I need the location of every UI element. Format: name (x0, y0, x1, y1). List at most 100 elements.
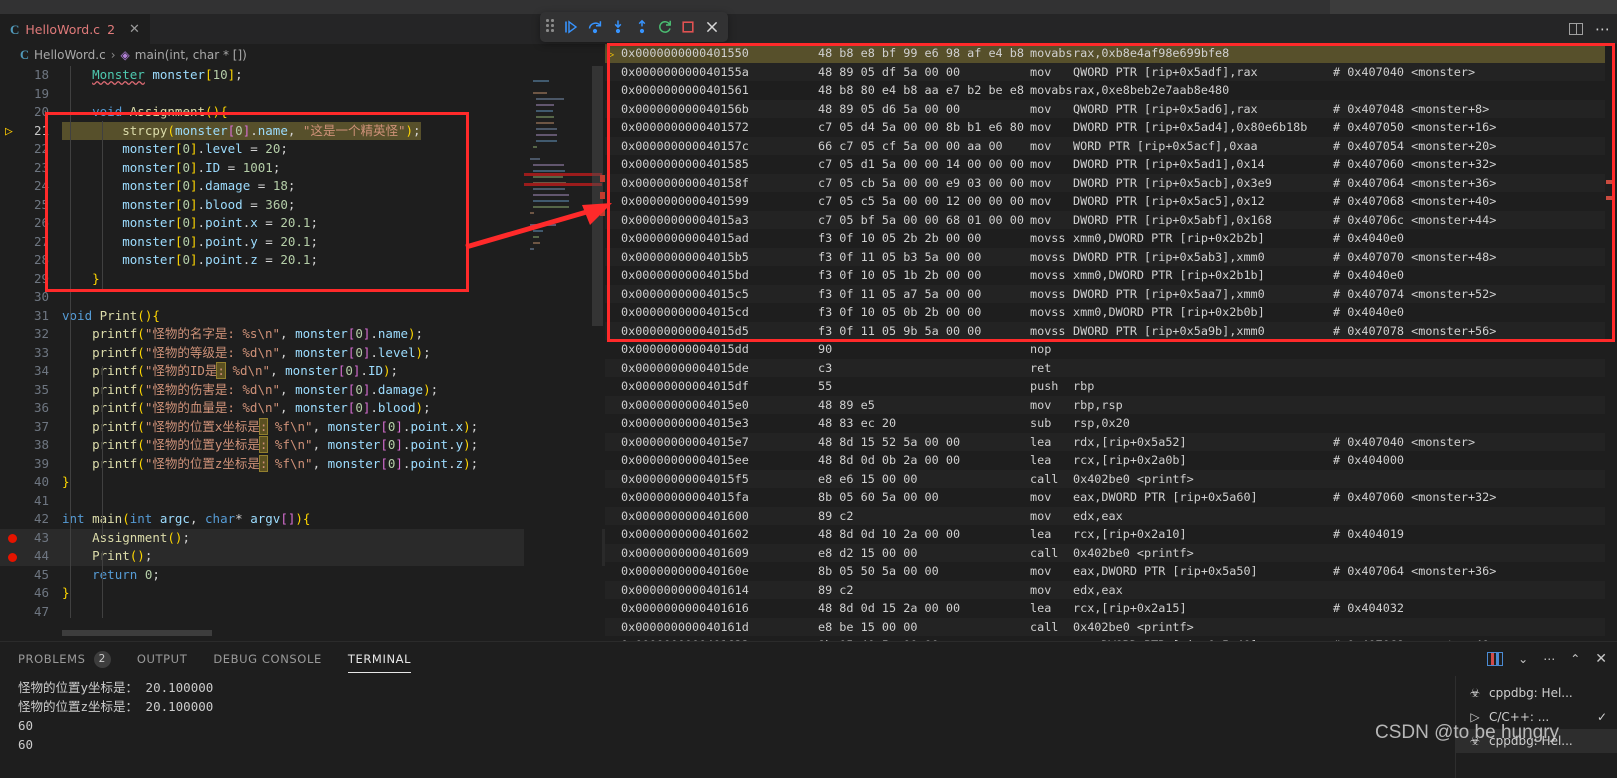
code-line[interactable]: 41 (0, 492, 605, 511)
editor-scrollbar[interactable] (592, 66, 603, 641)
code-line[interactable]: 37 printf("怪物的位置x坐标是: %f\n", monster[0].… (0, 417, 605, 437)
disassembly-row[interactable]: 0x00000000004015f5 e8 e6 15 00 00 call 0x40… (605, 469, 1617, 488)
code-line[interactable]: 29 } (0, 270, 605, 289)
disassembly-row[interactable]: 0x000000000040160e 8b 05 50 5a 00 00 mov ea… (605, 562, 1617, 581)
code-line[interactable]: 34 printf("怪物的ID是: %d\n", monster[0].ID)… (0, 362, 605, 381)
code-line[interactable]: 30 (0, 288, 605, 307)
stop-button[interactable] (678, 16, 698, 38)
chevron-down-icon[interactable]: ⌄ (1518, 652, 1528, 666)
code-line[interactable]: 40} (0, 473, 605, 492)
panel-tab-debug-console[interactable]: DEBUG CONSOLE (213, 642, 322, 676)
disassembly-row[interactable]: 0x0000000000401600 89 c2 mov edx,eax (605, 506, 1617, 525)
code-line[interactable]: 27 monster[0].point.y = 20.1; (0, 233, 605, 252)
disassembly-row[interactable]: 0x00000000004015a3 c7 05 bf 5a 00 00 68 0… (605, 210, 1617, 229)
panel-more-actions-icon[interactable]: ⋯ (1543, 652, 1555, 666)
terminal-list-item[interactable]: ☣ cppdbg: Hel... (1456, 681, 1617, 705)
disassembly-row[interactable]: 0x00000000004015e7 48 8d 15 52 5a 00 00 le… (605, 432, 1617, 451)
code-line[interactable]: 45 return 0; (0, 566, 605, 585)
disassembly-row[interactable]: 0x000000000040161d e8 be 15 00 00 call 0x40… (605, 617, 1617, 636)
disassembly-row[interactable]: 0x0000000000401614 89 c2 mov edx,eax (605, 580, 1617, 599)
disassembly-row[interactable]: 0x00000000004015dd 90 nop (605, 340, 1617, 359)
continue-button[interactable] (561, 16, 581, 38)
disconnect-button[interactable] (702, 16, 722, 38)
code-line[interactable]: 25 monster[0].blood = 360; (0, 196, 605, 215)
code-line[interactable]: 22 monster[0].level = 20; (0, 140, 605, 159)
disassembly-row[interactable]: 0x0000000000401616 48 8d 0d 15 2a 00 00 le… (605, 599, 1617, 618)
maximize-panel-icon[interactable]: ⌃ (1570, 652, 1580, 666)
close-panel-icon[interactable]: ✕ (1595, 651, 1607, 667)
disassembly-row[interactable]: 0x00000000004015b5 f3 0f 11 05 b3 5a 00 0… (605, 247, 1617, 266)
split-terminal-icon[interactable] (1487, 652, 1504, 666)
code-line[interactable]: 28 monster[0].point.z = 20.1; (0, 251, 605, 270)
disassembly-row[interactable]: 0x0000000000401572 c7 05 d4 5a 00 00 8b b… (605, 118, 1617, 137)
step-over-button[interactable] (585, 16, 605, 38)
breadcrumb-symbol[interactable]: main(int, char * []) (135, 48, 247, 62)
disassembly-row[interactable]: 0x00000000004015c5 f3 0f 11 05 a7 5a 00 0… (605, 284, 1617, 303)
disassembly-row[interactable]: ▷ 0x0000000000401550 48 b8 e8 bf 99 e6 98 … (605, 44, 1617, 63)
disassembly-row[interactable]: 0x0000000000401599 c7 05 c5 5a 00 00 12 0… (605, 192, 1617, 211)
line-number: 21 (33, 122, 49, 138)
disassembly-row[interactable]: 0x00000000004015bd f3 0f 10 05 1b 2b 00 0… (605, 266, 1617, 285)
disassembly-row[interactable]: 0x00000000004015e0 48 89 e5 mov rbp,rsp (605, 395, 1617, 414)
panel-tab-terminal[interactable]: TERMINAL (347, 642, 412, 676)
disassembly-row[interactable]: 0x00000000004015de c3 ret (605, 358, 1617, 377)
disassembly-row[interactable]: 0x0000000000401585 c7 05 d1 5a 00 00 14 0… (605, 155, 1617, 174)
close-icon[interactable]: ✕ (129, 22, 140, 37)
code-line[interactable]: 18 Monster monster[10]; (0, 66, 605, 85)
step-out-button[interactable] (631, 16, 651, 38)
disassembly-row[interactable]: 0x0000000000401561 48 b8 80 e4 b8 aa e7 b… (605, 81, 1617, 100)
disassembly-row[interactable]: 0x00000000004015ad f3 0f 10 05 2b 2b 00 0… (605, 229, 1617, 248)
ellipsis-icon[interactable]: ⋯ (1595, 22, 1611, 37)
terminal-output[interactable]: 怪物的位置y坐标是： 20.100000 怪物的位置z坐标是： 20.100000… (18, 678, 213, 754)
code-line[interactable]: 36 printf("怪物的血量是: %d\n", monster[0].blo… (0, 399, 605, 418)
code-line[interactable]: 20 void Assignment(){ (0, 103, 605, 122)
restart-button[interactable] (655, 16, 675, 38)
disassembly-view[interactable]: ▷ 0x0000000000401550 48 b8 e8 bf 99 e6 98 … (605, 44, 1617, 641)
code-line[interactable]: 42 int main(int argc, char* argv[]){ (0, 510, 605, 529)
disassembly-row[interactable]: 0x00000000004015cd f3 0f 10 05 0b 2b 00 0… (605, 303, 1617, 322)
minimap-line (533, 230, 544, 232)
disassembly-row[interactable]: 0x0000000000401609 e8 d2 15 00 00 call 0x40… (605, 543, 1617, 562)
code-line[interactable]: 46} (0, 584, 605, 603)
disassembly-row[interactable]: 0x00000000004015fa 8b 05 60 5a 00 00 mov ea… (605, 488, 1617, 507)
code-line[interactable]: 23 monster[0].ID = 1001; (0, 159, 605, 178)
code-line[interactable]: 26 monster[0].point.x = 20.1; (0, 214, 605, 233)
code-line[interactable]: 35 printf("怪物的伤害是: %d\n", monster[0].dam… (0, 381, 605, 400)
disassembly-row[interactable]: 0x00000000004015e3 48 83 ec 20 sub rsp,0x20 (605, 414, 1617, 433)
panel-tab-problems[interactable]: PROBLEMS 2 (18, 642, 111, 676)
disassembly-row[interactable]: 0x000000000040157c 66 c7 05 cf 5a 00 00 a… (605, 136, 1617, 155)
minimap-line (533, 200, 570, 202)
split-editor-icon[interactable] (1569, 23, 1583, 35)
breadcrumb-file[interactable]: HelloWord.c (34, 48, 106, 62)
panel-tab-output[interactable]: OUTPUT (137, 642, 187, 676)
disassembly-row[interactable]: 0x00000000004015d5 f3 0f 11 05 9b 5a 00 0… (605, 321, 1617, 340)
drag-handle-icon[interactable] (546, 19, 555, 35)
code-line[interactable]: 39 printf("怪物的位置z坐标是: %f\n", monster[0].… (0, 454, 605, 474)
code-line[interactable]: 38 printf("怪物的位置y坐标是: %f\n", monster[0].… (0, 436, 605, 455)
instruction-operands: QWORD PTR [rip+0x5ad6],rax (1073, 101, 1258, 116)
instruction-mnemonic: mov (1030, 490, 1052, 504)
instruction-operands: DWORD PTR [rip+0x5aa7],xmm0 (1073, 286, 1265, 301)
disassembly-row[interactable]: 0x000000000040158f c7 05 cb 5a 00 00 e9 0… (605, 173, 1617, 192)
code-line[interactable]: 31 void Print(){ (0, 307, 605, 326)
disassembly-row[interactable]: 0x00000000004015ee 48 8d 0d 0b 2a 00 00 le… (605, 451, 1617, 470)
code-line[interactable]: 24 monster[0].damage = 18; (0, 177, 605, 196)
code-line[interactable]: 44 Print(); (0, 547, 605, 566)
disassembly-scrollbar[interactable] (1605, 44, 1617, 641)
panel-tab-label: DEBUG CONSOLE (213, 652, 322, 666)
code-editor[interactable]: 18 Monster monster[10]; 19 20 void Assignm… (0, 66, 605, 641)
code-line[interactable]: 32 printf("怪物的名字是: %s\n", monster[0].nam… (0, 325, 605, 344)
disassembly-row[interactable]: 0x000000000040156b 48 89 05 d6 5a 00 00 mo… (605, 99, 1617, 118)
code-line[interactable]: ▷ 21 strcpy(monster[0].name, "这是一个精英怪"); (0, 121, 605, 140)
code-line[interactable]: 43 Assignment(); (0, 528, 605, 547)
disassembly-row[interactable]: 0x0000000000401602 48 8d 0d 10 2a 00 00 le… (605, 525, 1617, 544)
disassembly-row[interactable]: 0x000000000040155a 48 89 05 df 5a 00 00 mo… (605, 62, 1617, 81)
disassembly-row[interactable]: 0x00000000004015df 55 push rbp (605, 377, 1617, 396)
code-line[interactable]: 33 printf("怪物的等级是: %d\n", monster[0].lev… (0, 344, 605, 363)
code-line[interactable]: 19 (0, 85, 605, 104)
debug-toolbar[interactable] (540, 12, 728, 42)
step-into-button[interactable] (608, 16, 628, 38)
editor-tab-helloword[interactable]: C HelloWord.c 2 ✕ (0, 14, 150, 44)
editor-horizontal-scrollbar[interactable] (62, 630, 212, 636)
editor-minimap[interactable] (524, 66, 602, 641)
